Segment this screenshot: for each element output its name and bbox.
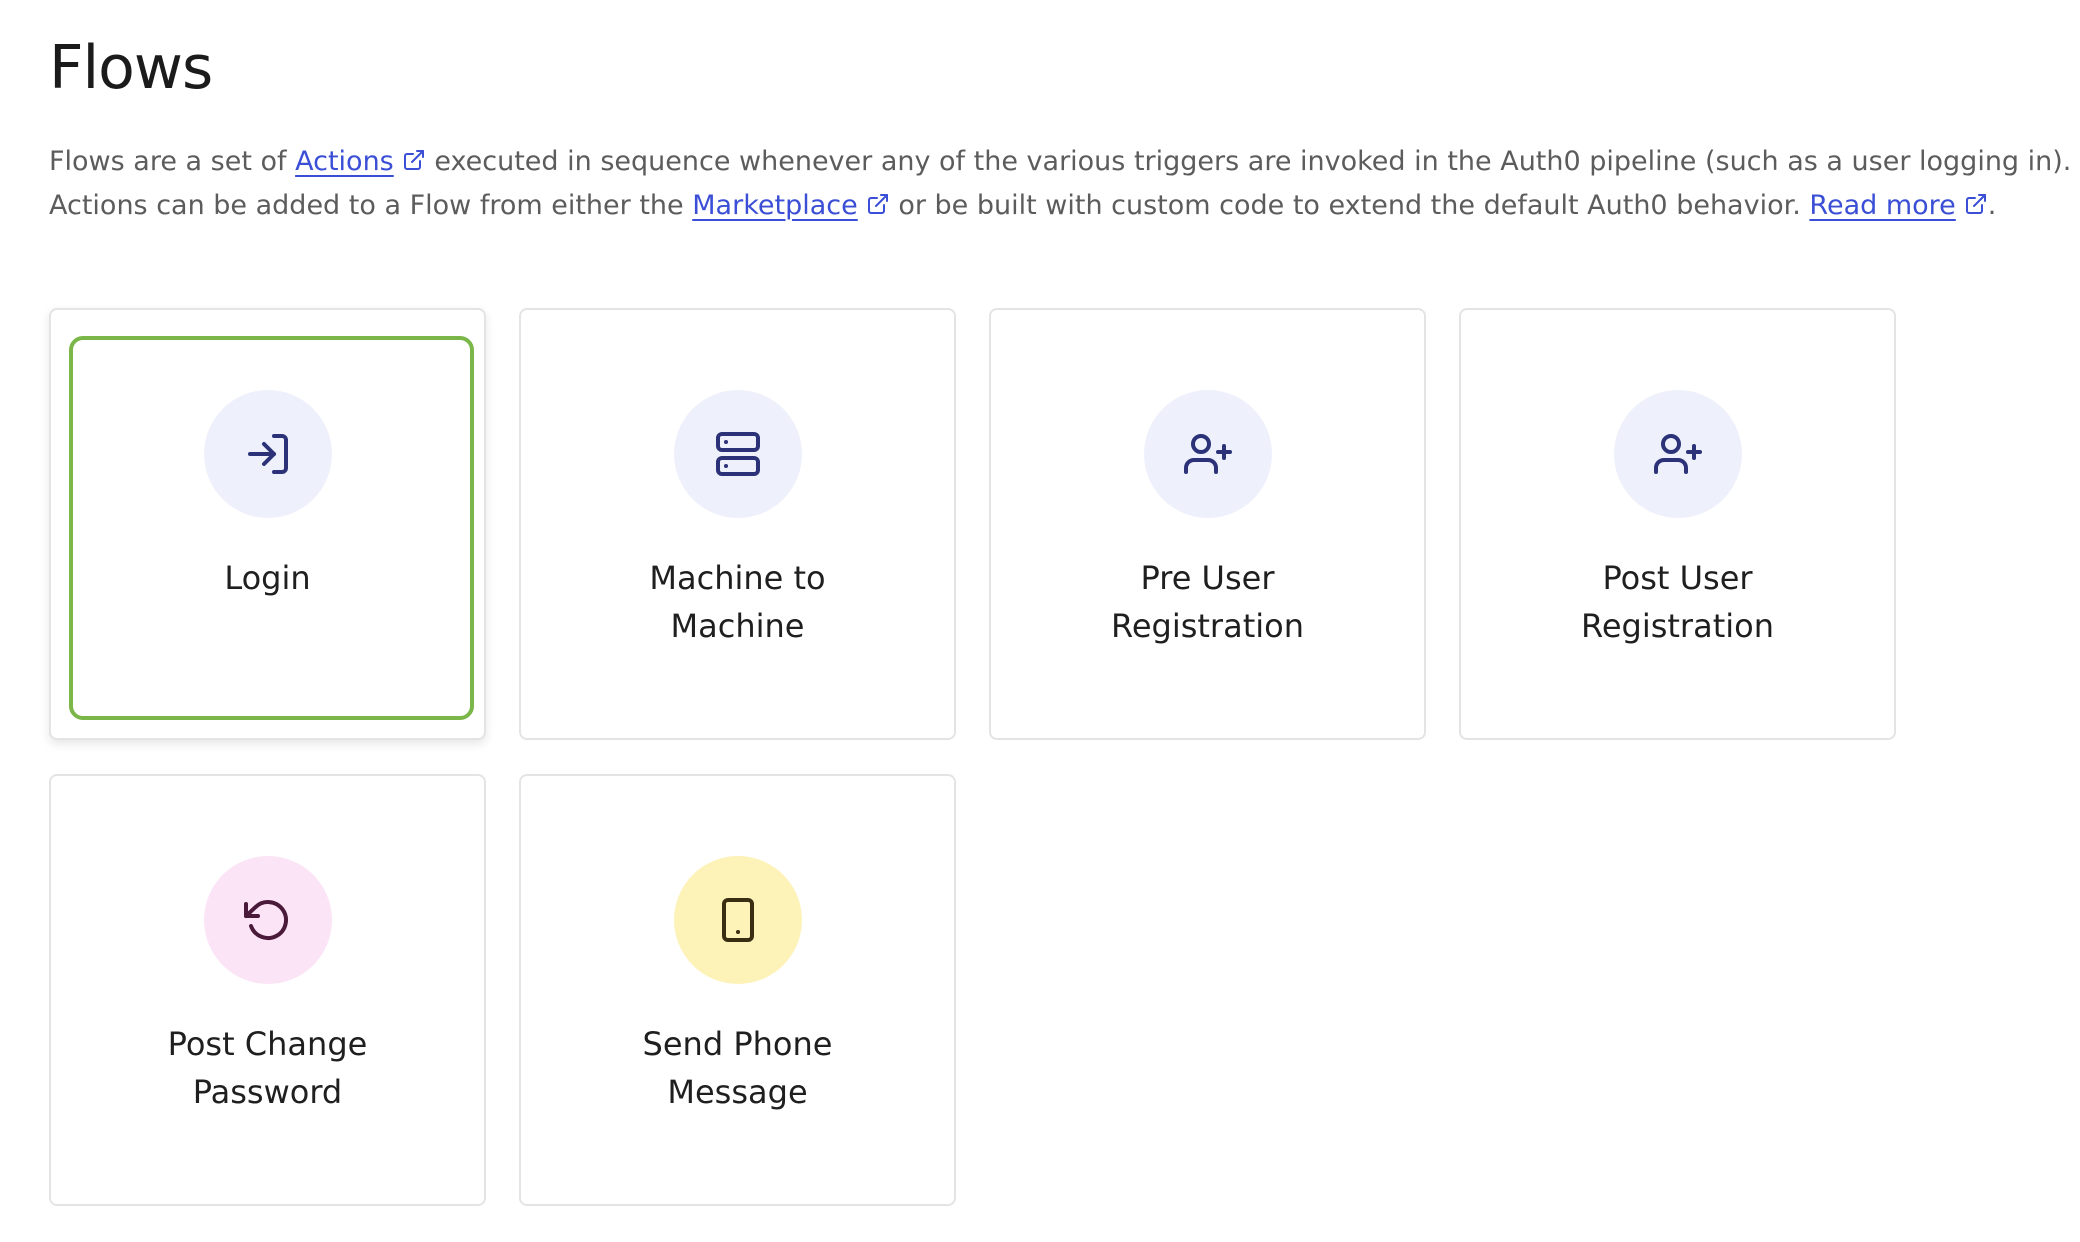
description-line-2: Actions can be added to a Flow from eith… [49, 184, 2059, 228]
flow-card-post-change-password[interactable]: Post Change Password [49, 774, 486, 1206]
login-icon [247, 434, 288, 474]
smartphone-icon [721, 898, 754, 942]
flow-card-send-phone-message[interactable]: Send Phone Message [519, 774, 956, 1206]
flow-card-label: Post User Registration [1581, 559, 1774, 645]
flow-icon-circle [673, 390, 802, 518]
flow-card-post-user-registration[interactable]: Post User Registration [1459, 308, 1896, 740]
flow-card-label: Post Change Password [167, 1025, 368, 1111]
flow-card-pre-user-registration[interactable]: Pre User Registration [989, 308, 1426, 740]
marketplace-link-label: Marketplace [692, 190, 858, 221]
description-text: or be built with custom code to extend t… [898, 190, 1801, 221]
description-text: Actions can be added to a Flow from eith… [49, 190, 684, 221]
user-plus-icon [1183, 434, 1232, 474]
flow-icon-circle [1613, 390, 1742, 518]
flow-card-machine-to-machine[interactable]: Machine to Machine [519, 308, 956, 740]
description-text: executed in sequence whenever any of the… [434, 146, 2072, 177]
flow-icon-circle [673, 856, 802, 984]
flow-card-label: Machine to Machine [649, 559, 826, 645]
actions-link-label: Actions [295, 146, 394, 177]
external-link-icon[interactable] [402, 148, 426, 172]
page-title: Flows [49, 33, 213, 103]
flow-icon-circle [203, 856, 332, 984]
page-description: Flows are a set of Actions executed in s… [49, 140, 2071, 228]
rotate-ccw-icon [243, 900, 288, 940]
flow-card-label: Login [224, 559, 311, 597]
read-more-link-label: Read more [1809, 190, 1956, 221]
server-icon [715, 432, 760, 476]
flows-grid: Login Machine to Machine Pre User Regist… [49, 308, 1896, 1206]
actions-link[interactable]: Actions [295, 146, 394, 177]
external-link-icon[interactable] [1964, 192, 1988, 216]
flows-page: Flows Flows are a set of Actions execute… [0, 0, 2080, 1242]
marketplace-link[interactable]: Marketplace [692, 190, 857, 221]
external-link-icon[interactable] [866, 192, 890, 216]
flow-card-label: Pre User Registration [1111, 559, 1304, 645]
flow-card-login[interactable]: Login [49, 308, 486, 740]
flow-card-label: Send Phone Message [642, 1025, 833, 1111]
flow-icon-circle [1143, 390, 1272, 518]
read-more-link[interactable]: Read more [1809, 190, 1955, 221]
description-text: . [1987, 190, 1997, 221]
description-text: Flows are a set of [49, 146, 287, 177]
user-plus-icon [1653, 434, 1702, 474]
flow-icon-circle [203, 390, 332, 518]
description-line-1: Flows are a set of Actions executed in s… [49, 140, 2071, 184]
